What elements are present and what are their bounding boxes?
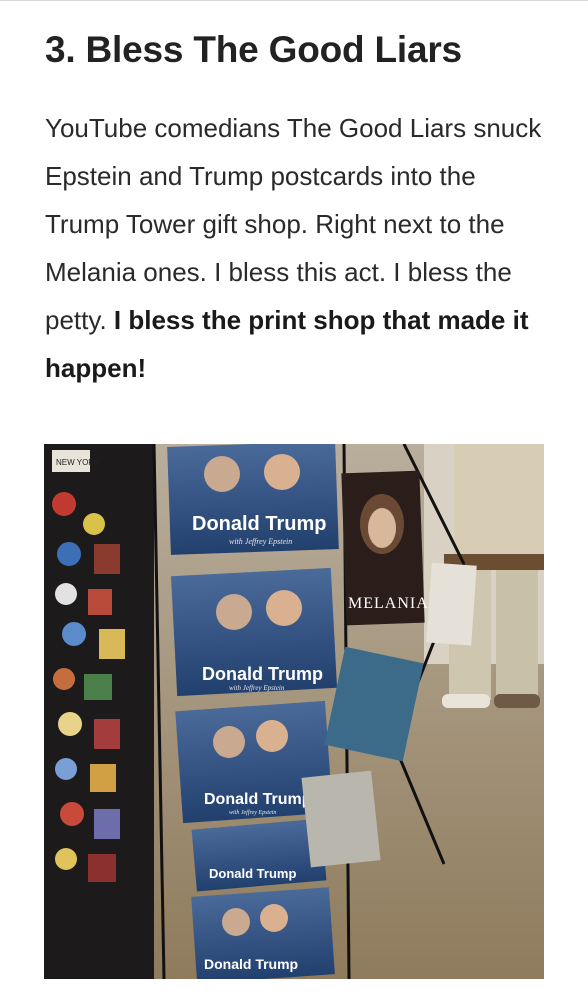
souvenir-rack: NEW YORK: [44, 444, 154, 979]
souvenir-label: NEW YORK: [56, 458, 100, 467]
paragraph-text: YouTube comedians The Good Liars snuck E…: [45, 113, 542, 335]
postcard-5: Donald Trump: [191, 887, 335, 979]
postcard-1: Donald Trump with Jeffrey Epstein: [167, 444, 339, 555]
article-photo: NEW YORK Donald Trump with Jeffrey Epste…: [44, 444, 544, 979]
article-heading: 3. Bless The Good Liars: [45, 29, 462, 70]
postcard-5-title: Donald Trump: [204, 956, 298, 972]
top-divider: [0, 0, 588, 1]
paragraph-bold-text: I bless the print shop that made it happ…: [45, 305, 529, 383]
postcard-2-title: Donald Trump: [202, 664, 323, 684]
postcard-1-title: Donald Trump: [192, 513, 326, 535]
postcard-1-subtitle: with Jeffrey Epstein: [229, 537, 292, 546]
article-paragraph: YouTube comedians The Good Liars snuck E…: [45, 104, 550, 392]
melania-title: MELANIA: [348, 595, 429, 612]
postcard-4: Donald Trump: [191, 818, 327, 892]
postcard-2-subtitle: with Jeffrey Epstein: [229, 684, 285, 692]
postcard-4-title: Donald Trump: [209, 866, 296, 881]
postcard-rack-illustration: NEW YORK Donald Trump with Jeffrey Epste…: [44, 444, 544, 979]
postcard-2: Donald Trump with Jeffrey Epstein: [170, 567, 338, 697]
postcard-3-subtitle: with Jeffrey Epstein: [229, 809, 276, 816]
postcard-3-title: Donald Trump: [204, 791, 312, 808]
melania-postcard: MELANIA: [341, 470, 429, 626]
